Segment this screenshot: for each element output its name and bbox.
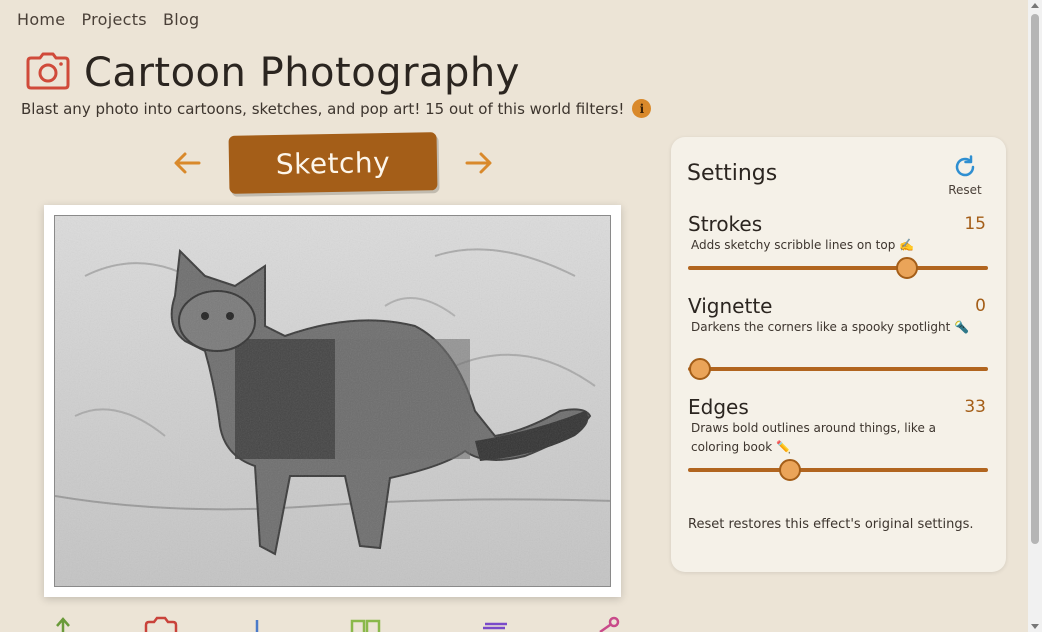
slider-track xyxy=(688,367,988,371)
setting-edges: Edges 33 Draws bold outlines around thin… xyxy=(688,395,988,481)
adjust-icon[interactable] xyxy=(254,616,260,632)
page-title: Cartoon Photography xyxy=(84,50,520,96)
slider-track xyxy=(688,266,988,270)
photo-frame xyxy=(44,205,621,597)
setting-name: Edges xyxy=(688,395,749,419)
compare-icon[interactable] xyxy=(350,616,382,632)
reset-note: Reset restores this effect's original se… xyxy=(688,517,974,532)
refresh-icon xyxy=(953,155,977,183)
subtitle-text: Blast any photo into cartoons, sketches,… xyxy=(21,99,625,118)
nav-projects-link[interactable]: Projects xyxy=(81,10,146,29)
effect-name-label: Sketchy xyxy=(228,132,438,194)
upload-icon[interactable] xyxy=(52,616,74,632)
slider-track xyxy=(688,468,988,472)
info-icon[interactable]: i xyxy=(632,99,652,118)
setting-description: Darkens the corners like a spooky spotli… xyxy=(691,320,970,334)
setting-description: Adds sketchy scribble lines on top ✍️ xyxy=(691,238,915,252)
scroll-down-arrow-icon[interactable] xyxy=(1031,624,1039,629)
sketch-photo-preview[interactable] xyxy=(54,215,611,587)
scrollbar-thumb[interactable] xyxy=(1031,14,1039,544)
settings-panel: Settings Reset Strokes 15 Adds sketchy s… xyxy=(671,137,1006,572)
previous-effect-arrow-icon[interactable] xyxy=(172,148,202,178)
setting-description: Draws bold outlines around things, like … xyxy=(691,421,937,454)
camera-icon xyxy=(26,52,70,94)
scroll-up-arrow-icon[interactable] xyxy=(1031,3,1039,8)
setting-vignette: Vignette 0 Darkens the corners like a sp… xyxy=(688,294,988,380)
gallery-icon[interactable] xyxy=(480,616,510,632)
page-subtitle: Blast any photo into cartoons, sketches,… xyxy=(21,99,652,118)
setting-strokes: Strokes 15 Adds sketchy scribble lines o… xyxy=(688,212,988,279)
top-nav: Home Projects Blog xyxy=(17,10,200,29)
reset-button[interactable]: Reset xyxy=(941,155,989,197)
reset-label: Reset xyxy=(948,183,982,197)
setting-name: Vignette xyxy=(688,294,773,318)
share-icon[interactable] xyxy=(592,616,622,632)
effect-switcher: Sketchy xyxy=(172,132,494,196)
vignette-slider[interactable] xyxy=(688,358,988,380)
setting-name: Strokes xyxy=(688,212,763,236)
slider-thumb[interactable] xyxy=(689,358,711,380)
slider-thumb[interactable] xyxy=(896,257,918,279)
edges-slider[interactable] xyxy=(688,459,988,481)
nav-home-link[interactable]: Home xyxy=(17,10,65,29)
page-header: Cartoon Photography xyxy=(26,50,520,96)
strokes-slider[interactable] xyxy=(688,257,988,279)
setting-value: 15 xyxy=(964,214,986,234)
slider-thumb[interactable] xyxy=(779,459,801,481)
next-effect-arrow-icon[interactable] xyxy=(464,148,494,178)
camera-capture-icon[interactable] xyxy=(142,616,180,632)
settings-title: Settings xyxy=(687,161,778,186)
nav-blog-link[interactable]: Blog xyxy=(163,10,200,29)
setting-value: 0 xyxy=(975,296,986,316)
bottom-toolbar xyxy=(40,616,640,632)
page-scrollbar[interactable] xyxy=(1028,0,1042,632)
setting-value: 33 xyxy=(964,397,986,417)
